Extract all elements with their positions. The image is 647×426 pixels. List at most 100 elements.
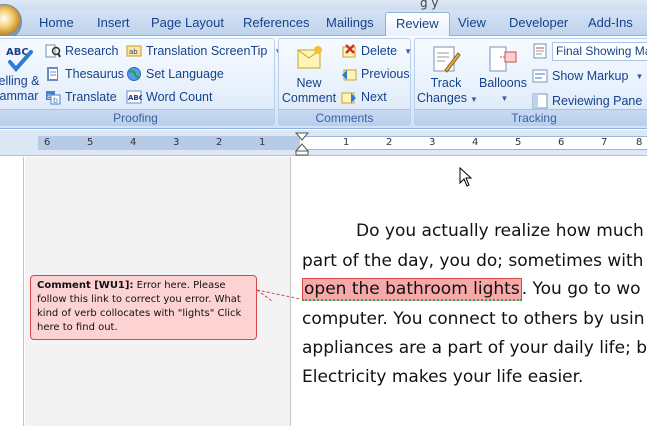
ruler-number: 5 xyxy=(87,137,94,148)
vertical-ruler xyxy=(0,157,24,426)
set-language-button[interactable]: Set Language xyxy=(126,64,224,84)
translation-screentip-label: Translation ScreenTip xyxy=(146,44,268,58)
ruler-number: 1 xyxy=(259,137,266,148)
window-title: g y xyxy=(420,0,439,10)
display-for-review-icon xyxy=(532,43,548,59)
chevron-down-icon: ▼ xyxy=(404,46,413,56)
new-comment-button[interactable]: New Comment xyxy=(281,44,337,106)
set-language-label: Set Language xyxy=(146,67,224,81)
research-icon xyxy=(45,43,61,59)
ruler-number: 4 xyxy=(130,137,137,148)
doc-line-6: Electricity makes your life easier. xyxy=(302,367,584,387)
show-markup-label: Show Markup xyxy=(552,69,629,83)
tracking-group-label: Tracking xyxy=(415,109,647,125)
doc-line-3: open the bathroom lights. You go to wo xyxy=(302,278,641,301)
spelling-label-line2: ammar xyxy=(0,89,39,103)
display-for-review-dropdown[interactable]: Final Showing Ma xyxy=(532,41,647,61)
show-markup-icon xyxy=(532,68,548,84)
new-comment-icon xyxy=(294,44,324,74)
word-count-label: Word Count xyxy=(146,90,213,104)
translation-screentip-button[interactable]: ab Translation ScreenTip ▼ xyxy=(126,41,282,61)
reviewing-pane-button[interactable]: Reviewing Pane ▼ xyxy=(532,91,647,111)
ruler-number: 1 xyxy=(343,137,350,148)
ruler-number: 4 xyxy=(472,137,479,148)
delete-icon xyxy=(341,43,357,59)
comment-label: Comment [WU1]: xyxy=(37,280,134,291)
globe-icon xyxy=(126,66,142,82)
ribbon: ABC elling & ammar Research Thesaurus ab… xyxy=(0,36,647,129)
previous-label: Previous xyxy=(361,67,410,81)
tab-home[interactable]: Home xyxy=(29,12,84,36)
display-for-review-value[interactable]: Final Showing Ma xyxy=(552,41,647,61)
balloons-label: Balloons xyxy=(479,76,527,90)
doc-line-3-rest: . You go to wo xyxy=(521,279,641,299)
tab-view[interactable]: View xyxy=(448,12,496,36)
tab-review[interactable]: Review xyxy=(385,12,450,36)
tab-add-ins[interactable]: Add-Ins xyxy=(578,12,643,36)
commented-text-highlight[interactable]: open the bathroom lights xyxy=(302,278,522,301)
tab-references[interactable]: References xyxy=(233,12,319,36)
chevron-down-icon: ▼ xyxy=(500,94,509,103)
proofing-group: ABC elling & ammar Research Thesaurus ab… xyxy=(0,38,282,126)
doc-line-5: appliances are a part of your daily life… xyxy=(302,338,647,358)
tracking-group: Track Changes ▼ Balloons ▼ Final Showing … xyxy=(414,38,647,126)
comments-group: New Comment Delete ▼ Previous Next Comme… xyxy=(278,38,412,126)
ruler-number: 6 xyxy=(558,137,565,148)
track-changes-label-line2: Changes ▼ xyxy=(417,91,478,107)
doc-line-1: Do you actually realize how much xyxy=(356,221,644,241)
track-changes-button[interactable]: Track Changes ▼ xyxy=(417,44,478,107)
comment-balloon[interactable]: Comment [WU1]: Error here. Please follow… xyxy=(30,275,257,340)
comments-group-label: Comments xyxy=(279,109,410,125)
translate-label: Translate xyxy=(65,90,117,104)
spelling-label-line1: elling & xyxy=(0,74,40,88)
spelling-check-icon: ABC xyxy=(4,42,34,73)
tab-developer[interactable]: Developer xyxy=(499,12,578,36)
translate-icon: ab xyxy=(45,89,61,105)
track-changes-icon xyxy=(431,44,461,74)
ruler-number: 3 xyxy=(173,137,180,148)
delete-comment-button[interactable]: Delete ▼ xyxy=(341,41,412,61)
ruler-number: 6 xyxy=(44,137,51,148)
svg-text:b: b xyxy=(53,96,58,105)
thesaurus-icon xyxy=(45,66,61,82)
ruler-number: 8 xyxy=(636,137,643,148)
tab-mailings[interactable]: Mailings xyxy=(316,12,384,36)
reviewing-pane-icon xyxy=(532,93,548,109)
chevron-down-icon: ▼ xyxy=(635,71,644,81)
next-label: Next xyxy=(361,90,387,104)
ruler-number: 2 xyxy=(216,137,223,148)
word-count-icon: ABC xyxy=(126,89,144,105)
track-changes-label-line1: Track xyxy=(430,76,462,90)
spelling-grammar-button[interactable]: ABC elling & ammar xyxy=(0,42,41,104)
thesaurus-button[interactable]: Thesaurus xyxy=(45,64,124,84)
translate-button[interactable]: ab Translate xyxy=(45,87,117,107)
research-button[interactable]: Research xyxy=(45,41,119,61)
document-page[interactable]: Do you actually realize how much part of… xyxy=(292,157,647,426)
svg-text:ab: ab xyxy=(129,48,138,56)
track-changes-label-text: Changes xyxy=(417,91,468,105)
ruler-number: 5 xyxy=(515,137,522,148)
translation-screentip-icon: ab xyxy=(126,43,142,59)
balloons-button[interactable]: Balloons ▼ xyxy=(475,44,531,106)
tab-page-layout[interactable]: Page Layout xyxy=(141,12,234,36)
proofing-group-label: Proofing xyxy=(0,109,274,125)
ruler-number: 7 xyxy=(601,137,608,148)
previous-comment-icon xyxy=(341,66,357,82)
next-comment-icon xyxy=(341,89,357,105)
previous-comment-button[interactable]: Previous xyxy=(341,64,410,84)
horizontal-ruler[interactable]: 6 5 4 3 2 1 1 2 3 4 5 6 7 8 xyxy=(0,130,647,156)
balloons-icon xyxy=(488,44,518,74)
research-label: Research xyxy=(65,44,119,58)
office-button[interactable] xyxy=(0,4,22,40)
thesaurus-label: Thesaurus xyxy=(65,67,125,81)
tab-insert[interactable]: Insert xyxy=(87,12,140,36)
indent-marker-icon[interactable] xyxy=(295,132,309,156)
ruler-number: 3 xyxy=(429,137,436,148)
next-comment-button[interactable]: Next xyxy=(341,87,387,107)
mouse-cursor-icon xyxy=(459,167,473,187)
new-comment-label-line1: New xyxy=(296,76,322,90)
ruler-number: 2 xyxy=(386,137,393,148)
ribbon-tab-bar: Home Insert Page Layout References Maili… xyxy=(0,4,647,40)
show-markup-button[interactable]: Show Markup ▼ xyxy=(532,66,643,86)
word-count-button[interactable]: ABC Word Count xyxy=(126,87,212,107)
